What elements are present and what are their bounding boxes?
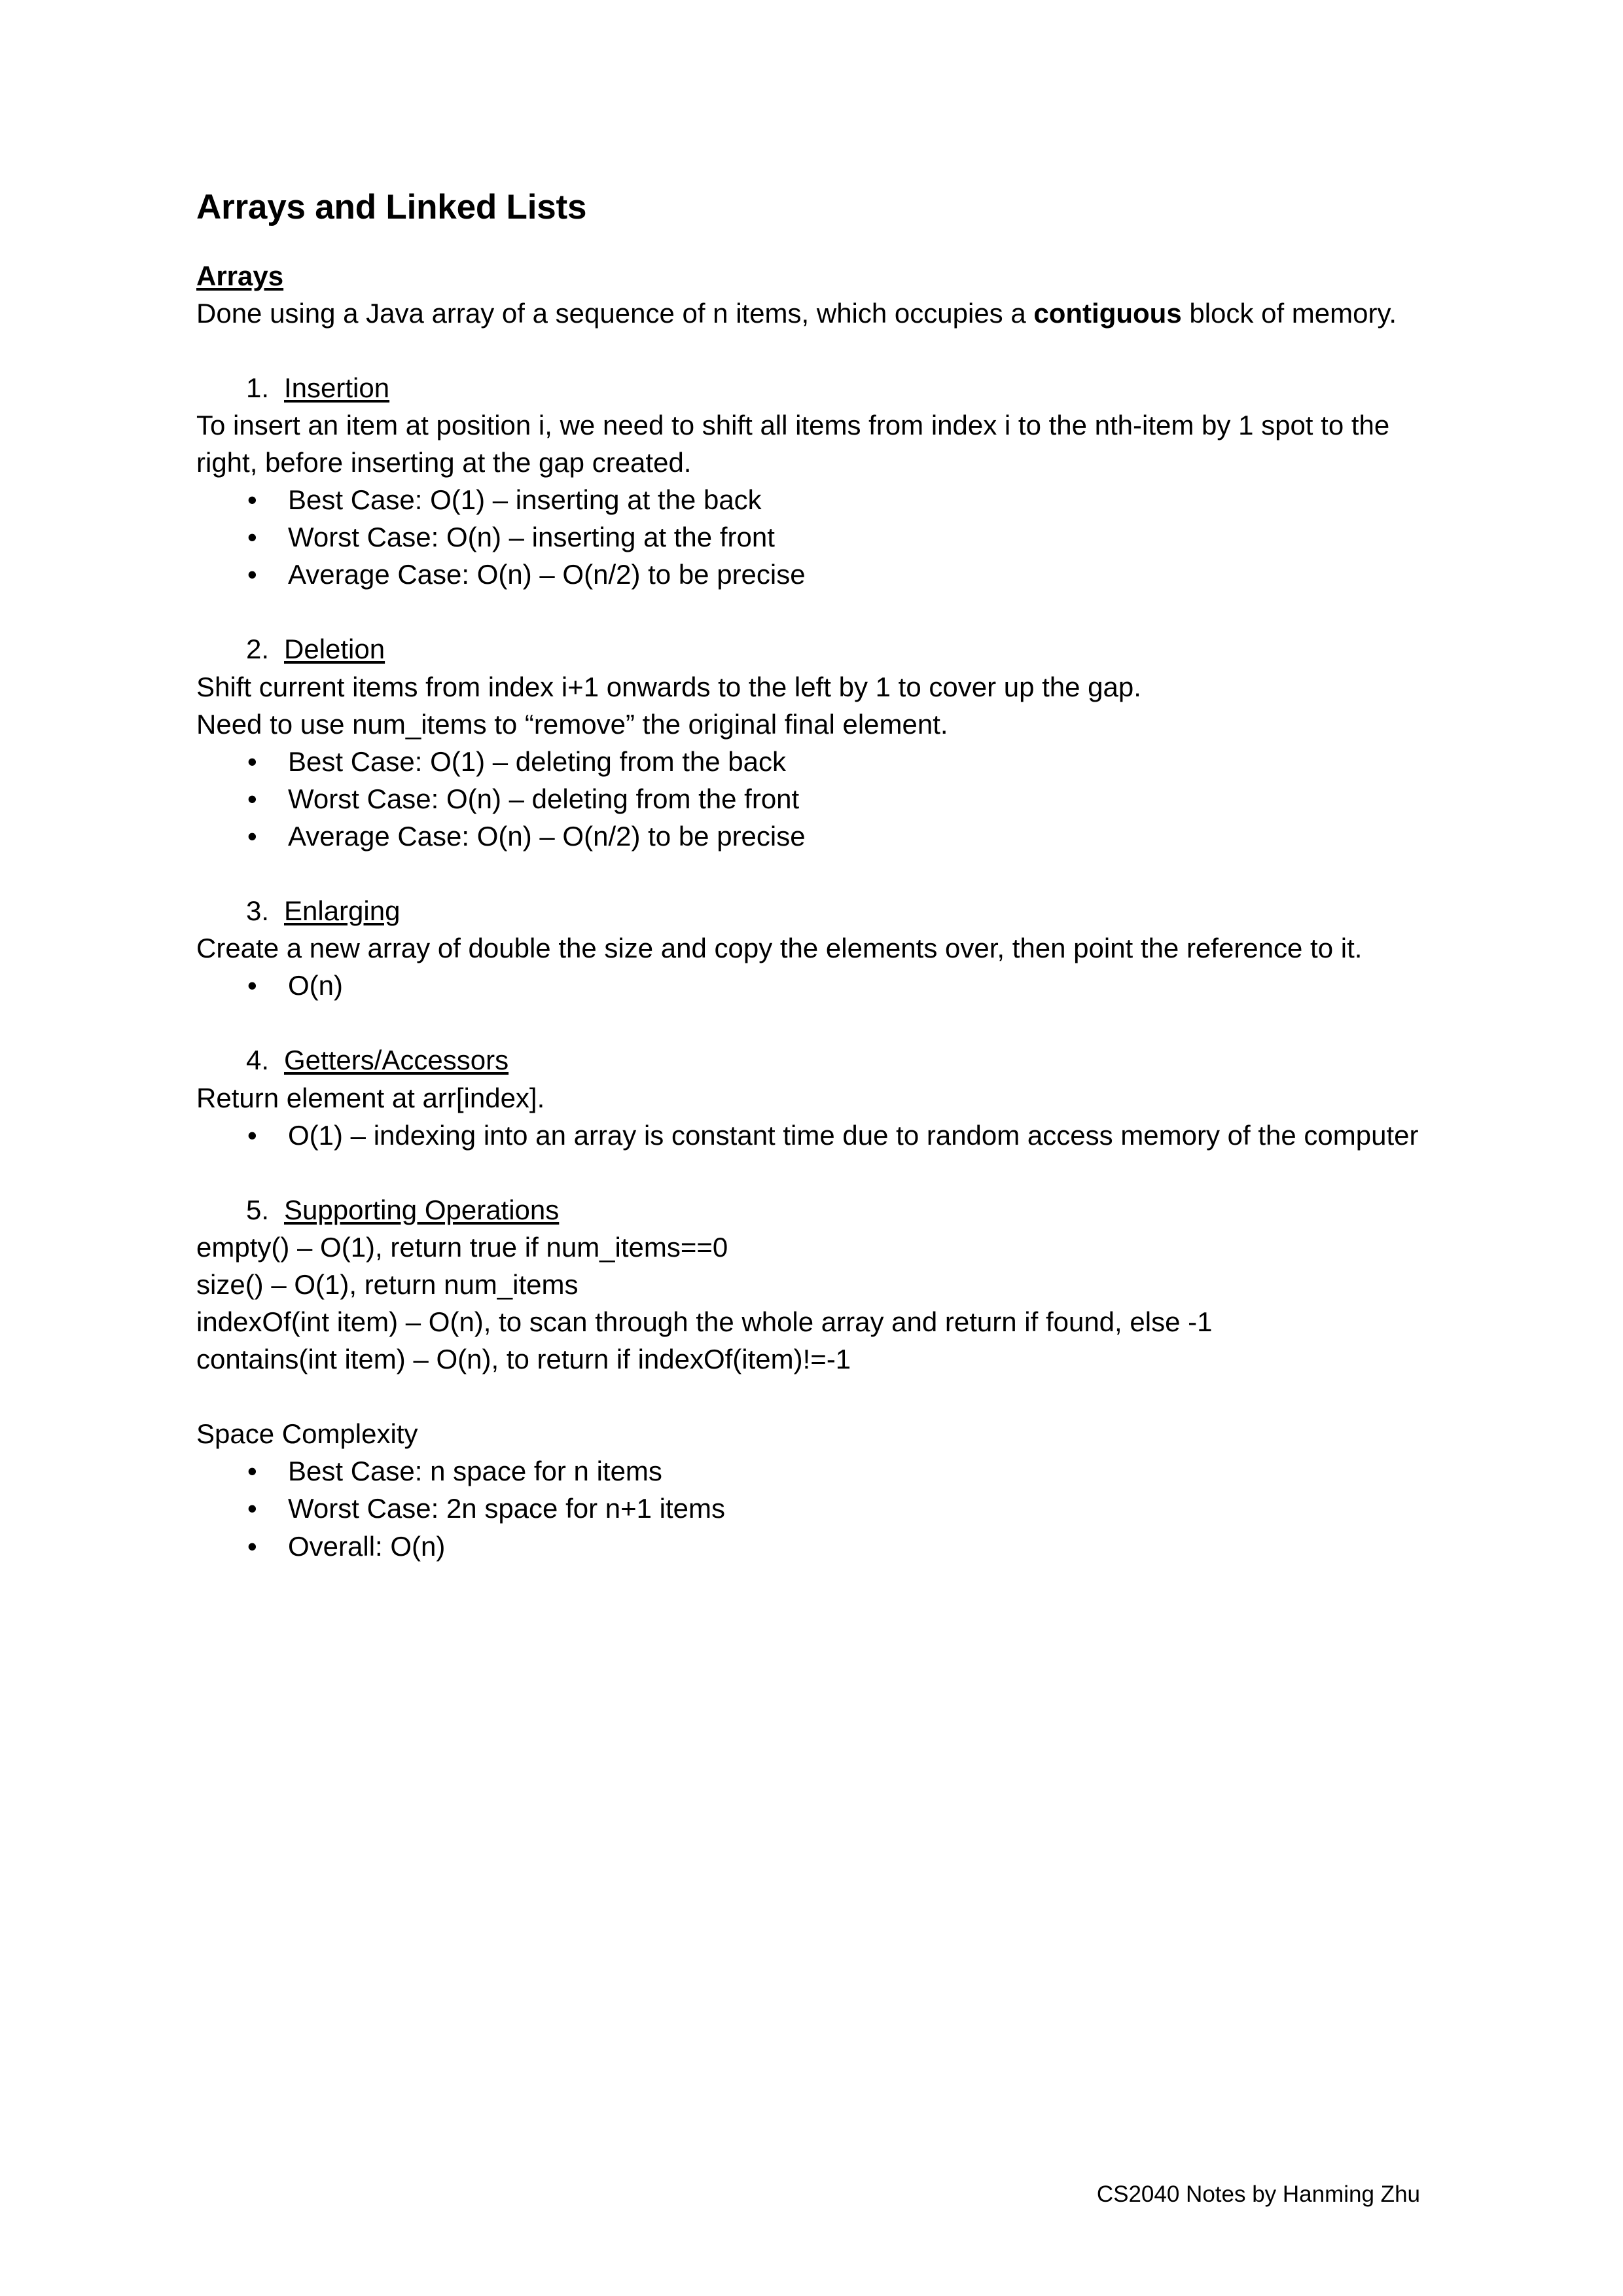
bullet-icon: •	[247, 745, 257, 777]
bullet-icon: •	[247, 1493, 257, 1524]
deletion-body-line1: Shift current items from index i+1 onwar…	[196, 671, 1141, 702]
bullet-icon: •	[247, 559, 257, 590]
item-number: 5.	[246, 1194, 270, 1225]
list-item-label: Worst Case: O(n) – inserting at the fron…	[288, 522, 775, 553]
list-item-label: Worst Case: 2n space for n+1 items	[288, 1493, 726, 1524]
numbered-item-enlarging: 3. Enlarging	[196, 892, 1420, 929]
insertion-bullets: • Best Case: O(1) – inserting at the back…	[196, 481, 1420, 593]
list-item-label: Average Case: O(n) – O(n/2) to be precis…	[288, 559, 806, 590]
space-complexity-bullets: • Best Case: n space for n items • Worst C…	[196, 1452, 1420, 1564]
bullet-icon: •	[247, 820, 257, 852]
deletion-bullets: • Best Case: O(1) – deleting from the bac…	[196, 743, 1420, 855]
supporting-operation-line: contains(int item) – O(n), to return if …	[196, 1344, 851, 1375]
arrays-intro-suffix: block of memory.	[1181, 297, 1397, 329]
item-label: Deletion	[284, 634, 385, 665]
document-content: Arrays and Linked Lists Arrays Done usin…	[196, 187, 1420, 1565]
arrays-intro-prefix: Done using a Java array of a sequence of…	[196, 297, 1034, 329]
list-item: • Average Case: O(n) – O(n/2) to be preci…	[196, 556, 1420, 593]
list-item: • Worst Case: O(n) – deleting from the fr…	[196, 780, 1420, 817]
list-item-label: Overall: O(n)	[288, 1530, 446, 1562]
list-item: • Best Case: O(1) – deleting from the bac…	[196, 743, 1420, 780]
bullet-icon: •	[247, 484, 257, 516]
document-page: Arrays and Linked Lists Arrays Done usin…	[0, 0, 1623, 2296]
list-item: • O(n)	[196, 967, 1420, 1004]
bullet-icon: •	[247, 970, 257, 1001]
bullet-icon: •	[247, 1456, 257, 1487]
section-heading-label: Arrays	[196, 260, 284, 291]
numbered-item-deletion: 2. Deletion	[196, 630, 1420, 668]
getters-bullets: • O(1) – indexing into an array is consta…	[196, 1117, 1420, 1154]
list-item-label: Worst Case: O(n) – deleting from the fro…	[288, 783, 800, 814]
item-label: Getters/Accessors	[284, 1045, 509, 1076]
list-item-label: Best Case: O(1) – inserting at the back	[288, 484, 762, 516]
supporting-operation-line: empty() – O(1), return true if num_items…	[196, 1231, 728, 1263]
getters-body: Return element at arr[index].	[196, 1082, 545, 1113]
list-item-label: Best Case: n space for n items	[288, 1456, 662, 1487]
list-item-label: O(1) – indexing into an array is constan…	[288, 1119, 1419, 1151]
item-number: 3.	[246, 895, 270, 927]
page-footer: CS2040 Notes by Hanming Zhu	[1096, 2181, 1420, 2207]
insertion-body: To insert an item at position i, we need…	[196, 409, 1390, 478]
arrays-intro-bold: contiguous	[1033, 297, 1182, 329]
list-item: • Best Case: O(1) – inserting at the back	[196, 481, 1420, 518]
deletion-body-line2: Need to use num_items to “remove” the or…	[196, 708, 948, 740]
supporting-operation-line: size() – O(1), return num_items	[196, 1268, 579, 1300]
item-number: 4.	[246, 1045, 270, 1076]
numbered-item-insertion: 1. Insertion	[196, 369, 1420, 406]
list-item: • O(1) – indexing into an array is consta…	[196, 1117, 1420, 1154]
list-item: • Best Case: n space for n items	[196, 1452, 1420, 1490]
item-label: Supporting Operations	[284, 1194, 560, 1225]
page-title: Arrays and Linked Lists	[196, 188, 587, 226]
list-item: • Worst Case: O(n) – inserting at the fro…	[196, 518, 1420, 556]
bullet-icon: •	[247, 1530, 257, 1562]
list-item-label: O(n)	[288, 970, 343, 1001]
space-complexity-heading: Space Complexity	[196, 1418, 418, 1450]
numbered-item-getters: 4. Getters/Accessors	[196, 1041, 1420, 1079]
numbered-item-supporting-operations: 5. Supporting Operations	[196, 1191, 1420, 1229]
bullet-icon: •	[247, 522, 257, 553]
item-number: 1.	[246, 372, 270, 403]
arrays-intro-paragraph: Done using a Java array of a sequence of…	[196, 295, 1420, 332]
list-item-label: Average Case: O(n) – O(n/2) to be precis…	[288, 820, 806, 852]
item-label: Enlarging	[284, 895, 401, 927]
bullet-icon: •	[247, 1119, 257, 1151]
list-item: • Worst Case: 2n space for n+1 items	[196, 1490, 1420, 1527]
bullet-icon: •	[247, 783, 257, 814]
list-item: • Average Case: O(n) – O(n/2) to be preci…	[196, 817, 1420, 855]
item-number: 2.	[246, 634, 270, 665]
list-item: • Overall: O(n)	[196, 1528, 1420, 1565]
list-item-label: Best Case: O(1) – deleting from the back	[288, 745, 787, 777]
enlarging-body: Create a new array of double the size an…	[196, 933, 1363, 964]
section-heading-arrays: Arrays	[196, 257, 1420, 295]
item-label: Insertion	[284, 372, 390, 403]
enlarging-bullets: • O(n)	[196, 967, 1420, 1004]
supporting-operation-line: indexOf(int item) – O(n), to scan throug…	[196, 1306, 1213, 1338]
